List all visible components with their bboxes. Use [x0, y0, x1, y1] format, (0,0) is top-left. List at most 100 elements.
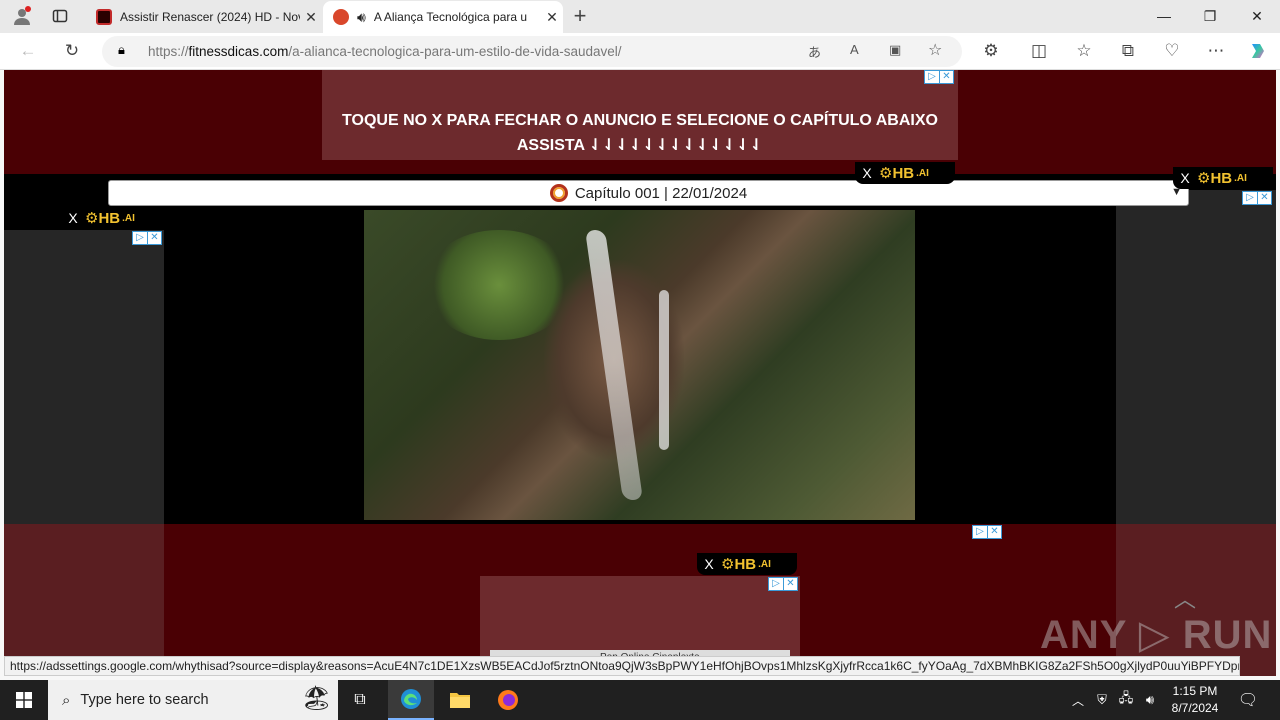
- network-icon[interactable]: 🖧︎: [1116, 680, 1136, 720]
- bottom-mid-adchoices-close[interactable]: ▷ ✕: [768, 577, 798, 591]
- anyrun-watermark: ANY ▷ RUN: [1040, 613, 1273, 657]
- left-ad-slot[interactable]: [4, 230, 164, 524]
- task-view-icon[interactable]: ⧉: [340, 680, 380, 720]
- tab-title: Assistir Renascer (2024) HD - Nov: [120, 10, 300, 24]
- notifications-icon[interactable]: 🗨︎: [1234, 680, 1262, 720]
- close-tab-icon[interactable]: ✕: [300, 9, 322, 26]
- back-icon[interactable]: ←: [12, 35, 44, 67]
- address-bar: ← ↻ 🔒︎ https://fitnessdicas.com/a-alianc…: [0, 33, 1280, 70]
- restore-icon[interactable]: ❐: [1187, 0, 1233, 32]
- alianca-favicon-icon: [333, 9, 349, 25]
- tab-bar: Assistir Renascer (2024) HD - Nov ✕ 🔊︎ A…: [0, 0, 1280, 33]
- hb-close-icon[interactable]: X: [1173, 170, 1197, 186]
- translate-icon[interactable]: あ: [808, 42, 821, 61]
- ad-close-icon[interactable]: ✕: [987, 526, 1001, 538]
- tab-actions-icon[interactable]: [44, 0, 76, 32]
- tab-title: A Aliança Tecnológica para u: [373, 10, 528, 24]
- clock-date: 8/7/2024: [1171, 701, 1219, 715]
- clock[interactable]: 1:15 PM 8/7/2024: [1160, 683, 1230, 717]
- tab-alianca[interactable]: 🔊︎ A Aliança Tecnológica para u ✕: [323, 1, 563, 33]
- read-aloud-icon[interactable]: A: [850, 42, 859, 57]
- hb-close-icon[interactable]: X: [855, 165, 879, 181]
- hb-close-icon[interactable]: X: [697, 556, 721, 572]
- refresh-icon[interactable]: ↻: [56, 35, 88, 67]
- collections-icon[interactable]: ⧉: [1112, 35, 1144, 67]
- left-adchoices-close[interactable]: ▷ ✕: [132, 231, 162, 245]
- hb-logo-icon: ⚙: [1197, 170, 1211, 187]
- favorites-icon[interactable]: ☆: [1068, 35, 1100, 67]
- profile-icon[interactable]: [6, 0, 38, 32]
- new-tab-button[interactable]: +: [564, 0, 596, 32]
- ad-close-icon[interactable]: ✕: [939, 71, 953, 83]
- adchoices-icon[interactable]: ▷: [973, 526, 987, 538]
- adchoices-close[interactable]: ▷ ✕: [924, 70, 954, 84]
- hb-brand: HB: [734, 555, 757, 573]
- search-placeholder: Type here to search: [80, 692, 209, 708]
- chapter-select-icon: [549, 184, 568, 202]
- edge-taskbar-icon[interactable]: [388, 680, 434, 720]
- hb-brand: HB: [98, 209, 121, 227]
- speaker-icon[interactable]: 🔊︎: [357, 9, 366, 26]
- url-text[interactable]: https://fitnessdicas.com/a-alianca-tecno…: [148, 44, 622, 59]
- file-explorer-icon[interactable]: [438, 680, 482, 720]
- hb-suffix: .AI: [1234, 172, 1247, 184]
- url-domain: fitnessdicas.com: [188, 44, 289, 59]
- ad-close-icon[interactable]: ✕: [147, 232, 161, 244]
- ad-close-icon[interactable]: ✕: [1257, 192, 1271, 204]
- hb-ai-close-bar[interactable]: X ⚙ HB .AI: [1173, 167, 1273, 189]
- hb-ai-close-bar[interactable]: X ⚙ HB .AI: [855, 162, 955, 184]
- close-tab-icon[interactable]: ✕: [541, 9, 563, 26]
- extensions-icon[interactable]: ⚙: [975, 35, 1007, 67]
- browser-essentials-icon[interactable]: ♡: [1156, 35, 1188, 67]
- top-ad-line2: ASSISTA ⇃⇃⇃⇃⇃⇃⇃⇃⇃⇃⇃⇃⇃: [516, 137, 764, 154]
- video-player[interactable]: [364, 210, 915, 520]
- lock-icon[interactable]: 🔒︎: [118, 42, 125, 58]
- right-ad-slot[interactable]: [1116, 190, 1276, 524]
- url-path: /a-alianca-tecnologica-para-um-estilo-de…: [288, 44, 622, 59]
- split-screen-icon[interactable]: ◫: [1023, 35, 1055, 67]
- hb-ai-close-bar[interactable]: X ⚙ HB .AI: [61, 207, 161, 229]
- hb-brand: HB: [1210, 169, 1233, 187]
- url-bar[interactable]: 🔒︎ https://fitnessdicas.com/a-alianca-te…: [102, 36, 962, 67]
- minimize-icon[interactable]: —: [1141, 0, 1187, 32]
- copilot-icon[interactable]: [1242, 35, 1274, 67]
- bottom-left-ad-slot[interactable]: [4, 524, 164, 676]
- taskbar: ⌕ Type here to search 🏖︎ ⧉ ︿ ⛨ 🖧︎ 🔊︎ 1:1…: [0, 680, 1280, 720]
- immersive-reader-icon[interactable]: ▣: [889, 42, 901, 58]
- chapter-select[interactable]: Capítulo 001 | 22/01/2024 ▼: [108, 180, 1189, 206]
- hb-close-icon[interactable]: X: [61, 210, 85, 226]
- scroll-to-top-icon[interactable]: ︿: [1170, 582, 1200, 612]
- volume-icon[interactable]: 🔊︎: [1140, 680, 1160, 720]
- more-menu-icon[interactable]: ⋯: [1200, 35, 1232, 67]
- taskbar-search[interactable]: ⌕ Type here to search 🏖︎: [48, 680, 338, 720]
- clock-time: 1:15 PM: [1172, 684, 1218, 698]
- favorite-star-icon[interactable]: ☆: [928, 40, 942, 60]
- hb-ai-close-bar[interactable]: X ⚙ HB .AI: [697, 553, 797, 575]
- firefox-icon[interactable]: [486, 680, 530, 720]
- adchoices-icon[interactable]: ▷: [769, 578, 783, 590]
- adchoices-icon[interactable]: ▷: [925, 71, 939, 83]
- adchoices-icon[interactable]: ▷: [1243, 192, 1257, 204]
- hb-logo-icon: ⚙: [879, 165, 893, 182]
- status-bar-url: https://adssettings.google.com/whythisad…: [4, 656, 1240, 676]
- start-button[interactable]: [0, 680, 48, 720]
- ad-close-icon[interactable]: ✕: [783, 578, 797, 590]
- web-page: TOQUE NO X PARA FECHAR O ANUNCIO E SELEC…: [4, 70, 1276, 676]
- top-ad-banner[interactable]: TOQUE NO X PARA FECHAR O ANUNCIO E SELEC…: [322, 70, 958, 160]
- close-window-icon[interactable]: ✕: [1234, 0, 1280, 32]
- security-tray-icon[interactable]: ⛨: [1092, 680, 1112, 720]
- video-frame-waterfall-small: [659, 290, 669, 450]
- hb-brand: HB: [892, 164, 915, 182]
- adchoices-icon[interactable]: ▷: [133, 232, 147, 244]
- hb-suffix: .AI: [916, 167, 929, 179]
- tab-renascer[interactable]: Assistir Renascer (2024) HD - Nov ✕: [86, 1, 322, 33]
- hb-logo-icon: ⚙: [85, 210, 99, 227]
- right-adchoices-close[interactable]: ▷ ✕: [1242, 191, 1272, 205]
- search-highlight-icon: 🏖︎: [301, 685, 332, 712]
- hb-suffix: .AI: [122, 212, 135, 224]
- bottom-adchoices-close[interactable]: ▷ ✕: [972, 525, 1002, 539]
- hb-suffix: .AI: [758, 558, 771, 570]
- top-ad-line1: TOQUE NO X PARA FECHAR O ANUNCIO E SELEC…: [342, 112, 938, 129]
- renascer-favicon-icon: [96, 9, 112, 25]
- show-hidden-icons[interactable]: ︿: [1068, 680, 1088, 720]
